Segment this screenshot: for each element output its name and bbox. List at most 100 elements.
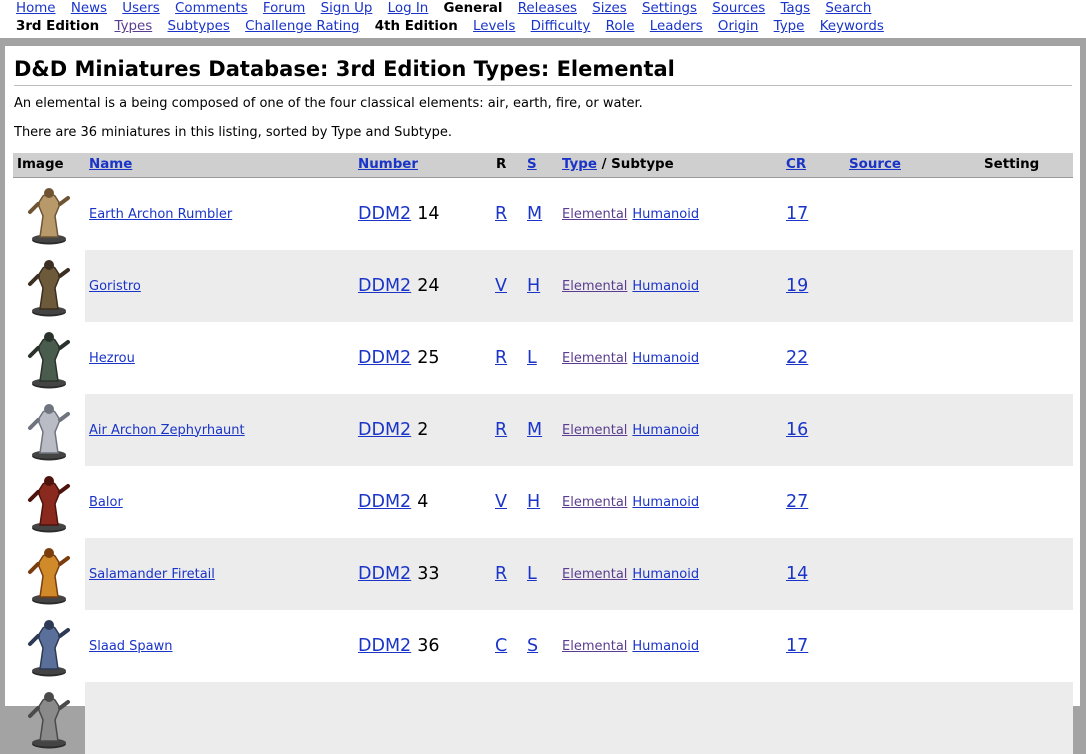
rarity-link[interactable]: R xyxy=(495,564,507,584)
nav-subtypes-link[interactable]: Subtypes xyxy=(167,19,229,34)
subtype-link[interactable]: Humanoid xyxy=(632,279,699,294)
nav-leaders-link[interactable]: Leaders xyxy=(650,19,703,34)
subtype-link[interactable]: Humanoid xyxy=(632,639,699,654)
subtype-link[interactable]: Humanoid xyxy=(632,351,699,366)
rarity-link[interactable]: V xyxy=(495,276,507,296)
nav-challenge-rating-link[interactable]: Challenge Rating xyxy=(245,19,359,34)
subtype-link[interactable]: Humanoid xyxy=(632,207,699,222)
header-name-sort[interactable]: Name xyxy=(89,153,132,177)
nav-difficulty-link[interactable]: Difficulty xyxy=(531,19,591,34)
nav-forum-link[interactable]: Forum xyxy=(263,1,305,16)
cr-link[interactable]: 19 xyxy=(786,276,808,296)
nav-home-link[interactable]: Home xyxy=(16,1,56,16)
nav-row-primary: Home News Users Comments Forum Sign Up L… xyxy=(16,0,882,18)
set-link[interactable]: DDM2 xyxy=(358,636,411,656)
rarity-cell: C xyxy=(495,610,507,682)
nav-login-link[interactable]: Log In xyxy=(388,1,429,16)
size-cell: M xyxy=(527,394,542,466)
type-link[interactable]: Elemental xyxy=(562,639,627,654)
nav-3rd-edition-current: 3rd Edition xyxy=(16,19,100,34)
nav-keywords-link[interactable]: Keywords xyxy=(820,19,884,34)
number-cell: DDM2 4 xyxy=(358,466,428,538)
miniature-name-link[interactable]: Air Archon Zephyrhaunt xyxy=(89,423,245,438)
header-s-sort[interactable]: S xyxy=(527,153,537,177)
cr-link[interactable]: 17 xyxy=(786,204,808,224)
miniature-name-link[interactable]: Earth Archon Rumbler xyxy=(89,207,232,222)
header-source-sort[interactable]: Source xyxy=(849,153,901,177)
miniature-name-link[interactable]: Salamander Firetail xyxy=(89,567,215,582)
set-link[interactable]: DDM2 xyxy=(358,420,411,440)
miniature-thumbnail[interactable] xyxy=(13,250,85,322)
nav-types-link[interactable]: Types xyxy=(114,19,152,34)
size-link[interactable]: M xyxy=(527,204,542,224)
nav-sources-link[interactable]: Sources xyxy=(712,1,765,16)
subtype-link[interactable]: Humanoid xyxy=(632,423,699,438)
content-panel: D&D Miniatures Database: 3rd Edition Typ… xyxy=(5,46,1080,754)
nav-users-link[interactable]: Users xyxy=(122,1,160,16)
set-link[interactable]: DDM2 xyxy=(358,276,411,296)
subtype-link[interactable]: Humanoid xyxy=(632,567,699,582)
type-link[interactable]: Elemental xyxy=(562,423,627,438)
set-link[interactable]: DDM2 xyxy=(358,492,411,512)
nav-news-link[interactable]: News xyxy=(71,1,107,16)
miniature-thumbnail[interactable] xyxy=(13,538,85,610)
cr-link[interactable]: 16 xyxy=(786,420,808,440)
type-cell: Elemental Humanoid xyxy=(562,466,699,538)
miniature-name-link[interactable]: Hezrou xyxy=(89,351,135,366)
miniature-thumbnail[interactable] xyxy=(13,322,85,394)
type-link[interactable]: Elemental xyxy=(562,567,627,582)
nav-origin-link[interactable]: Origin xyxy=(718,19,758,34)
nav-signup-link[interactable]: Sign Up xyxy=(321,1,373,16)
miniature-name-link[interactable]: Balor xyxy=(89,495,123,510)
miniature-thumbnail[interactable] xyxy=(13,178,85,250)
subtype-link[interactable]: Humanoid xyxy=(632,495,699,510)
type-link[interactable]: Elemental xyxy=(562,495,627,510)
size-link[interactable]: H xyxy=(527,492,540,512)
miniature-name-link[interactable]: Goristro xyxy=(89,279,141,294)
header-number-sort[interactable]: Number xyxy=(358,153,418,177)
top-navigation: Home News Users Comments Forum Sign Up L… xyxy=(0,0,1086,38)
type-link[interactable]: Elemental xyxy=(562,351,627,366)
set-link[interactable]: DDM2 xyxy=(358,564,411,584)
size-link[interactable]: M xyxy=(527,420,542,440)
nav-type-link[interactable]: Type xyxy=(774,19,805,34)
nav-search-link[interactable]: Search xyxy=(825,1,871,16)
cr-link[interactable]: 22 xyxy=(786,348,808,368)
rarity-link[interactable]: R xyxy=(495,348,507,368)
nav-releases-link[interactable]: Releases xyxy=(518,1,577,16)
nav-sizes-link[interactable]: Sizes xyxy=(592,1,626,16)
size-cell: L xyxy=(527,322,537,394)
miniature-thumbnail[interactable] xyxy=(13,610,85,682)
rarity-link[interactable]: C xyxy=(495,636,507,656)
set-link[interactable]: DDM2 xyxy=(358,348,411,368)
size-link[interactable]: L xyxy=(527,564,537,584)
type-link[interactable]: Elemental xyxy=(562,279,627,294)
set-link[interactable]: DDM2 xyxy=(358,204,411,224)
type-cell: Elemental Humanoid xyxy=(562,322,699,394)
nav-levels-link[interactable]: Levels xyxy=(473,19,515,34)
header-type-sort[interactable]: Type xyxy=(562,157,597,172)
set-number: 24 xyxy=(417,276,440,296)
header-cr-sort[interactable]: CR xyxy=(786,153,806,177)
size-link[interactable]: H xyxy=(527,276,540,296)
miniature-thumbnail[interactable] xyxy=(13,682,85,754)
nav-comments-link[interactable]: Comments xyxy=(175,1,248,16)
number-cell: DDM2 2 xyxy=(358,394,428,466)
type-link[interactable]: Elemental xyxy=(562,207,627,222)
cr-link[interactable]: 14 xyxy=(786,564,808,584)
rarity-link[interactable]: R xyxy=(495,420,507,440)
nav-tags-link[interactable]: Tags xyxy=(780,1,810,16)
miniature-thumbnail[interactable] xyxy=(13,394,85,466)
rarity-link[interactable]: R xyxy=(495,204,507,224)
size-link[interactable]: L xyxy=(527,348,537,368)
cr-link[interactable]: 17 xyxy=(786,636,808,656)
slaad-figure-icon xyxy=(28,620,70,677)
miniature-name-link[interactable]: Slaad Spawn xyxy=(89,639,173,654)
rarity-link[interactable]: V xyxy=(495,492,507,512)
name-cell: Balor xyxy=(89,466,123,538)
size-link[interactable]: S xyxy=(527,636,538,656)
miniature-thumbnail[interactable] xyxy=(13,466,85,538)
nav-settings-link[interactable]: Settings xyxy=(642,1,697,16)
nav-role-link[interactable]: Role xyxy=(606,19,635,34)
cr-link[interactable]: 27 xyxy=(786,492,808,512)
